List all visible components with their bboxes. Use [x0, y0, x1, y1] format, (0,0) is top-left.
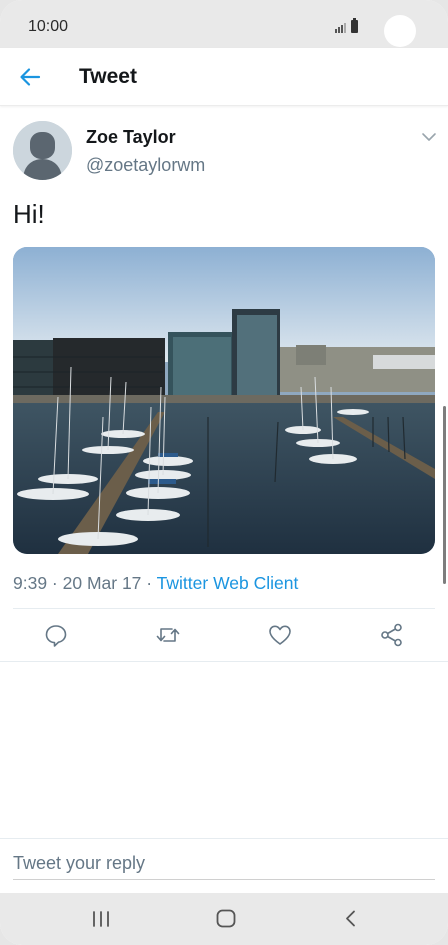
tweet-date: 20 Mar 17	[62, 573, 142, 593]
tweet-actions	[0, 620, 448, 650]
page-title: Tweet	[79, 65, 137, 88]
camera-cutout	[384, 15, 416, 47]
meta-separator: ·	[141, 573, 157, 593]
reply-button[interactable]	[43, 622, 69, 648]
phone-screen: 10:00 Tweet Zoe Taylor @zoetaylorwm Hi! …	[0, 0, 448, 945]
reply-input[interactable]	[13, 848, 435, 880]
status-icons	[335, 18, 358, 33]
chevron-down-icon	[422, 133, 436, 141]
scrollbar-thumb[interactable]	[443, 406, 446, 584]
author-handle[interactable]: @zoetaylorwm	[86, 155, 205, 176]
tweet-options-button[interactable]	[420, 128, 438, 146]
home-button[interactable]	[213, 907, 239, 931]
status-bar: 10:00	[0, 0, 448, 48]
home-icon	[216, 909, 236, 928]
system-nav-bar	[0, 893, 448, 945]
retweet-button[interactable]	[155, 622, 181, 648]
back-chevron-icon	[346, 910, 355, 927]
system-back-button[interactable]	[338, 907, 364, 931]
app-bar: Tweet	[0, 48, 448, 106]
recents-button[interactable]	[88, 907, 114, 931]
avatar[interactable]	[13, 121, 72, 180]
like-button[interactable]	[267, 622, 293, 648]
signal-icon	[335, 23, 346, 33]
share-button[interactable]	[379, 622, 405, 648]
author-name[interactable]: Zoe Taylor	[86, 127, 176, 148]
reply-bar	[0, 838, 448, 888]
share-icon	[381, 623, 402, 647]
tweet-text: Hi!	[13, 199, 45, 229]
tweet-source-link[interactable]: Twitter Web Client	[157, 573, 299, 593]
harbor-photo	[13, 247, 435, 554]
arrow-left-icon	[20, 68, 41, 86]
status-time: 10:00	[28, 18, 69, 35]
recents-icon	[93, 911, 109, 927]
tweet-time: 9:39	[13, 573, 48, 593]
comment-icon	[45, 625, 67, 647]
battery-icon	[351, 18, 358, 33]
back-button[interactable]	[18, 65, 42, 89]
meta-separator: ·	[47, 573, 63, 593]
default-avatar-icon	[13, 121, 72, 180]
divider	[0, 661, 448, 662]
tweet-media[interactable]	[13, 247, 435, 554]
retweet-icon	[156, 628, 180, 642]
divider	[13, 608, 435, 609]
heart-icon	[269, 625, 291, 645]
tweet-meta: 9:39 · 20 Mar 17 · Twitter Web Client	[13, 573, 298, 594]
